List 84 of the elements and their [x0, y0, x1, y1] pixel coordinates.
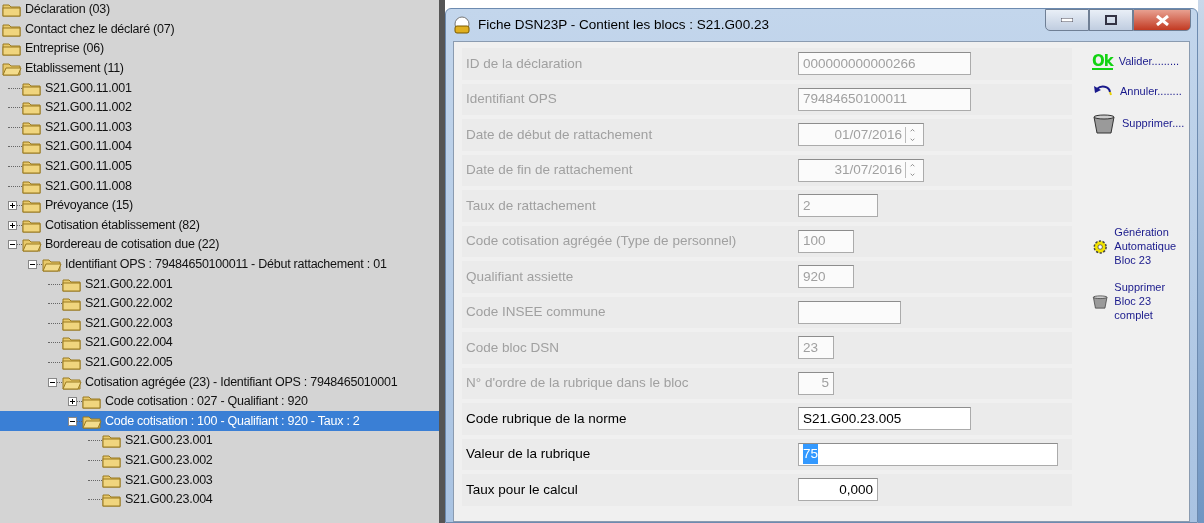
expand-toggle[interactable]	[8, 201, 17, 211]
field-label: Taux de rattachement	[465, 196, 597, 215]
close-button[interactable]	[1133, 9, 1191, 31]
field-label: Code cotisation agrégée (Type de personnel)	[465, 232, 738, 251]
field-label: N° d'ordre de la rubrique dans le bloc	[465, 374, 690, 393]
folder-icon	[102, 472, 122, 488]
folder-icon	[22, 119, 42, 135]
input-field[interactable]	[798, 300, 901, 324]
maximize-button[interactable]	[1089, 9, 1133, 31]
tree-item[interactable]: Code cotisation : 027 - Qualifiant : 920	[102, 393, 311, 411]
tree-item[interactable]: S21.G00.22.004	[82, 334, 176, 352]
folder-icon	[62, 355, 82, 370]
folder-icon	[62, 296, 82, 312]
tree-item[interactable]: Bordereau de cotisation due (22)	[42, 236, 223, 254]
action-link[interactable]: Génération Automatique Bloc 23	[1092, 226, 1185, 268]
tree-item[interactable]: S21.G00.23.001	[122, 432, 216, 450]
app-logo-icon	[452, 16, 472, 34]
window-title: Fiche DSN23P - Contient les blocs : S21.G00.23	[478, 15, 769, 34]
expand-toggle[interactable]	[48, 377, 57, 387]
folder-icon	[22, 100, 42, 116]
action-link[interactable]: Annuler........	[1092, 84, 1185, 100]
tree-item[interactable]: S21.G00.11.008	[42, 177, 135, 195]
folder-icon	[2, 21, 22, 37]
folder-icon	[62, 276, 82, 292]
field-label: Date de début de rattachement	[465, 125, 654, 144]
plus-icon	[9, 221, 16, 229]
field-label: Code INSEE commune	[465, 303, 607, 322]
tree-item[interactable]: S21.G00.11.002	[42, 99, 135, 117]
folder-icon	[62, 335, 82, 351]
tree-item[interactable]: S21.G00.23.004	[122, 491, 216, 509]
folder-icon	[102, 492, 122, 508]
tree-item[interactable]: S21.G00.11.005	[42, 158, 135, 176]
tree-item[interactable]: Déclaration (03)	[22, 1, 113, 19]
minimize-icon	[1061, 18, 1073, 22]
expand-toggle[interactable]	[68, 397, 77, 407]
field-label: Code rubrique de la norme	[465, 409, 628, 428]
folder-icon	[22, 178, 42, 194]
field-label: Valeur de la rubrique	[465, 445, 592, 464]
tree-item[interactable]: Prévoyance (15)	[42, 197, 136, 215]
expand-toggle[interactable]	[8, 240, 17, 250]
tree-item[interactable]: S21.G00.11.001	[42, 79, 135, 97]
folder-icon	[62, 315, 82, 331]
minimize-button[interactable]	[1045, 9, 1089, 31]
tree-item[interactable]: Etablissement (11)	[22, 60, 127, 78]
tree-item[interactable]: Contact chez le déclaré (07)	[22, 20, 178, 38]
field-label: Qualifiant assiette	[465, 267, 575, 286]
input-field[interactable]: 0,000	[798, 478, 878, 502]
tree-item[interactable]: S21.G00.22.002	[82, 295, 176, 313]
expand-toggle[interactable]	[28, 260, 37, 269]
expand-toggle[interactable]	[8, 220, 17, 230]
expand-toggle[interactable]	[68, 416, 77, 426]
close-icon	[1155, 14, 1169, 26]
tree-item[interactable]: Cotisation établissement (82)	[42, 216, 203, 234]
field-label: Date de fin de rattachement	[465, 161, 634, 180]
tree-item[interactable]: S21.G00.22.005	[82, 354, 176, 371]
folder-icon	[102, 452, 122, 468]
folder-icon	[2, 41, 22, 57]
action-link[interactable]: Ok Valider.........	[1092, 54, 1185, 70]
maximize-icon	[1105, 15, 1117, 25]
minus-icon	[29, 261, 36, 268]
tree-item[interactable]: S21.G00.11.003	[42, 118, 135, 136]
plus-icon	[9, 202, 16, 210]
folder-icon	[22, 80, 42, 96]
field-label: Identifiant OPS	[465, 90, 558, 109]
field-label: Taux pour le calcul	[465, 480, 579, 499]
folder-icon	[22, 159, 42, 175]
tree-item[interactable]: S21.G00.23.002	[122, 451, 216, 469]
tree-item[interactable]: Identifiant OPS : 79484650100011 - Début rattachement : 01	[62, 256, 390, 273]
action-link[interactable]: Supprimer Bloc 23 complet	[1092, 281, 1185, 323]
tree-item[interactable]: S21.G00.22.003	[82, 314, 176, 332]
folder-icon	[102, 433, 122, 449]
trash-icon	[1092, 114, 1116, 134]
tree-item[interactable]: Entreprise (06)	[22, 40, 107, 58]
tree-item[interactable]: Cotisation agrégée (23) - Identifiant OPS : 7948465010001	[82, 373, 401, 391]
field-label: Code bloc DSN	[465, 338, 561, 357]
folder-icon	[22, 139, 42, 155]
input-field[interactable]: S21.G00.23.005	[798, 407, 971, 431]
tree-item[interactable]: S21.G00.22.001	[82, 275, 176, 293]
folder-icon	[2, 2, 22, 18]
plus-icon	[69, 398, 76, 406]
action-link[interactable]: Supprimer....	[1092, 114, 1185, 134]
field-label: ID de la déclaration	[465, 54, 584, 73]
tree-item[interactable]: S21.G00.11.004	[42, 138, 135, 156]
tree-item[interactable]: S21.G00.23.003	[122, 471, 216, 489]
